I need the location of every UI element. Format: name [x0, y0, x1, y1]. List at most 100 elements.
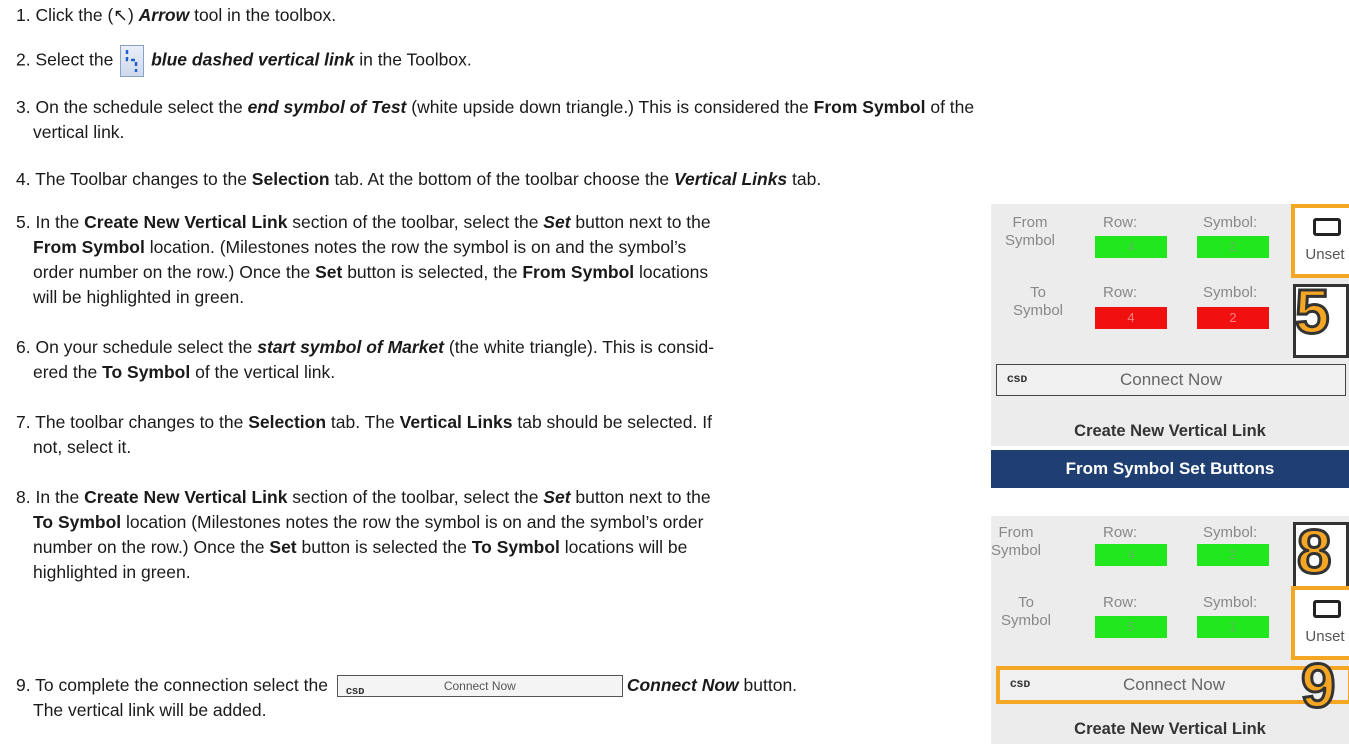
bold-term: From Symbol: [33, 237, 145, 257]
to-row-value: 5: [1095, 616, 1167, 638]
step-number: 3.: [16, 97, 31, 117]
step-4: 4. The Toolbar changes to the Selection …: [16, 167, 821, 192]
step-text: button is selected, the: [342, 262, 523, 282]
step-text: button next to the: [570, 212, 711, 232]
connect-now-inline-button[interactable]: ᴄѕᴅ Connect Now: [336, 675, 623, 698]
link-tool-name: blue dashed vertical link: [151, 49, 355, 70]
step-5: 5. In the Create New Vertical Link secti…: [16, 210, 711, 310]
unset-button[interactable]: Unset: [1291, 204, 1349, 278]
bold-term: Vertical Links: [399, 412, 513, 432]
step-text: order number on the row.) Once the: [33, 262, 316, 282]
callout-badge-8: 8: [1295, 518, 1333, 587]
button-label: Connect Now: [1122, 675, 1226, 694]
bold-term: Set: [315, 262, 343, 282]
connect-now-button[interactable]: ᴄѕᴅ Connect Now: [996, 666, 1349, 704]
step-text: The vertical link will be added.: [33, 700, 267, 720]
step-text: of the vertical link.: [190, 362, 336, 382]
step-text: vertical link.: [33, 122, 125, 142]
step-text: tool in the toolbox.: [189, 5, 337, 25]
step-text: locations: [634, 262, 709, 282]
symbol-label: Symbol:: [1203, 214, 1258, 231]
step-8: 8. In the Create New Vertical Link secti…: [16, 485, 711, 585]
step-text: number on the row.) Once the: [33, 537, 270, 557]
to-symbol-value: 1: [1197, 616, 1269, 638]
vertical-link-panel-to: From Symbol Row: Symbol: 4 2 8 To Symbol…: [991, 516, 1349, 744]
step-number: 8.: [16, 487, 31, 507]
step-text: tab.: [787, 169, 822, 189]
step-2: 2. Select the blue dashed vertical link …: [16, 45, 472, 77]
bold-term: Create New Vertical Link: [84, 212, 288, 232]
step-number: 9.: [16, 675, 31, 695]
step-number: 5.: [16, 212, 31, 232]
step-text: button.: [738, 675, 798, 695]
callout-badge-5: 5: [1293, 278, 1331, 347]
button-label: Connect Now: [443, 678, 516, 693]
emphasis: Set: [543, 212, 571, 232]
step-text: The toolbar changes to the: [35, 412, 249, 432]
unset-label: Unset: [1305, 246, 1345, 263]
step-text: location. (Milestones notes the row the …: [144, 237, 687, 257]
from-row-value: 4: [1095, 544, 1167, 566]
arrow-icon: ↖: [113, 5, 128, 25]
step-text: (the white triangle). This is consid-: [444, 337, 715, 357]
bold-term: From Symbol: [813, 97, 926, 117]
step-text: To complete the connection select the: [35, 675, 333, 695]
unset-icon: [1313, 218, 1341, 236]
step-text: button is selected the: [296, 537, 472, 557]
step-9: 9. To complete the connection select the…: [16, 673, 797, 723]
step-text: tab. The: [326, 412, 400, 432]
step-6: 6. On your schedule select the start sym…: [16, 335, 714, 385]
step-text: of the: [925, 97, 975, 117]
step-text: On your schedule select the: [35, 337, 258, 357]
step-text: (white upside down triangle.) This is co…: [406, 97, 814, 117]
to-symbol-label: To Symbol: [1001, 594, 1052, 629]
button-label: Connect Now: [1119, 370, 1223, 389]
step-text: location (Milestones notes the row the s…: [121, 512, 704, 532]
row-label: Row:: [1103, 214, 1138, 231]
step-text: tab. At the bottom of the toolbar choose…: [329, 169, 675, 189]
bold-term: To Symbol: [102, 362, 191, 382]
section-caption: Create New Vertical Link: [1074, 720, 1266, 738]
step-text: in the Toolbox.: [354, 49, 472, 70]
step-text: Click the (: [35, 5, 114, 25]
step-text: not, select it.: [33, 437, 132, 457]
step-text: ered the: [33, 362, 103, 382]
to-symbol-value: 2: [1197, 307, 1269, 329]
step-text: section of the toolbar, select the: [287, 487, 544, 507]
step-7: 7. The toolbar changes to the Selection …: [16, 410, 712, 460]
emphasis: Set: [543, 487, 571, 507]
section-caption: Create New Vertical Link: [1074, 422, 1266, 440]
step-text: section of the toolbar, select the: [287, 212, 544, 232]
to-row-value: 4: [1095, 307, 1167, 329]
step-text: On the schedule select the: [35, 97, 248, 117]
step-number: 2.: [16, 49, 31, 70]
symbol-label: Symbol:: [1203, 524, 1258, 541]
emphasis: Connect Now: [626, 675, 739, 695]
from-row-value: 4: [1095, 236, 1167, 258]
step-text: locations will be: [559, 537, 688, 557]
step-text: tab should be selected. If: [512, 412, 712, 432]
step-3: 3. On the schedule select the end symbol…: [16, 95, 974, 145]
step-text: In the: [35, 487, 85, 507]
symbol-label: Symbol:: [1203, 594, 1258, 611]
callout-badge-9: 9: [1299, 652, 1337, 721]
from-symbol-value: 2: [1197, 544, 1269, 566]
connect-now-button[interactable]: ᴄѕᴅ Connect Now: [996, 364, 1346, 396]
unset-label: Unset: [1305, 628, 1345, 645]
row-label: Row:: [1103, 284, 1138, 301]
unset-button[interactable]: Unset: [1291, 586, 1349, 660]
emphasis: Vertical Links: [674, 169, 788, 189]
step-text: will be highlighted in green.: [33, 287, 245, 307]
from-symbol-label: From Symbol: [991, 524, 1042, 559]
arrow-tool-name: Arrow: [138, 5, 190, 25]
row-label: Row:: [1103, 524, 1138, 541]
step-text: ): [127, 5, 139, 25]
step-number: 7.: [16, 412, 31, 432]
figure-caption: From Symbol Set Buttons: [991, 450, 1349, 488]
step-text: The Toolbar changes to the: [35, 169, 252, 189]
to-symbol-label: To Symbol: [1013, 284, 1064, 319]
row-label: Row:: [1103, 594, 1138, 611]
step-text: In the: [35, 212, 85, 232]
step-text: highlighted in green.: [33, 562, 191, 582]
step-text: Select the: [35, 49, 119, 70]
